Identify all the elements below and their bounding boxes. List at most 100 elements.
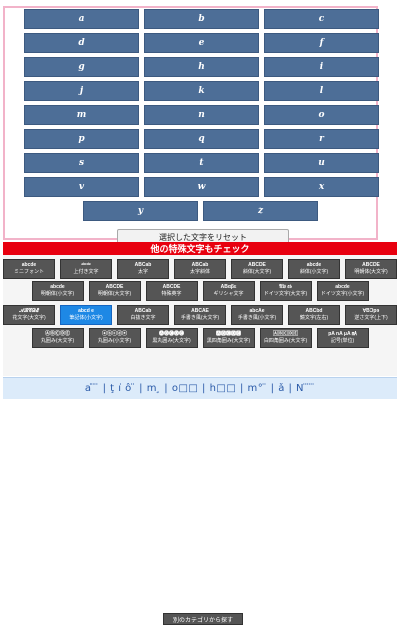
font-style-button[interactable]: ABCab 太字斜体 <box>174 259 226 279</box>
font-style-button[interactable]: 🅰🅱🅲🅳🅴 黒四角囲み(大文字) <box>202 328 255 348</box>
font-style-name: 白抜き文字 <box>130 315 156 321</box>
font-style-sample: ABCab <box>134 308 152 314</box>
font-style-button[interactable]: 🄰🄱🄲🄳🄴 白四角囲み(大文字) <box>259 328 312 348</box>
font-style-sample: ABCDE <box>248 262 266 268</box>
font-style-button[interactable]: ABCab 太字 <box>117 259 169 279</box>
keyboard-row: abc <box>21 9 381 29</box>
font-style-sample: ⒶⒷⒸⒹⒺ <box>44 331 70 337</box>
font-style-button[interactable]: abcd e 筆記体(小文字) <box>60 305 112 325</box>
key-t[interactable]: t <box>144 153 259 173</box>
key-c[interactable]: c <box>264 9 379 29</box>
font-style-button[interactable]: 🅐🅑🅒🅓🅔 黒丸囲み(大文字) <box>145 328 198 348</box>
key-y[interactable]: y <box>83 201 198 221</box>
font-style-button[interactable]: abcde 斜体(小文字) <box>288 259 340 279</box>
font-style-sample: ABCDE <box>162 284 181 290</box>
key-l[interactable]: l <box>264 81 379 101</box>
key-g[interactable]: g <box>24 57 139 77</box>
font-style-sample: 𝒜ℬ𝒞𝒟ℰ <box>19 308 39 314</box>
font-style-button[interactable]: ⒶⒷⒸⒹⒺ 丸囲み(大文字) <box>31 328 84 348</box>
keyboard-row: stu <box>21 153 381 173</box>
keyboard-row: def <box>21 33 381 53</box>
key-h[interactable]: h <box>144 57 259 77</box>
font-style-button[interactable]: abcde ドイツ文字(小文字) <box>316 281 369 301</box>
font-style-button[interactable]: 𝒜ℬ𝒞𝒟ℰ 花文字(大文字) <box>3 305 55 325</box>
key-f[interactable]: f <box>264 33 379 53</box>
font-style-sample: ∀BƆpɘ <box>362 308 380 314</box>
font-style-sample: 🅐🅑🅒🅓🅔 <box>158 331 184 337</box>
font-style-button[interactable]: abcde ミニフォント <box>3 259 55 279</box>
font-style-button[interactable]: pA nA μA ㎃記号(単位) <box>316 328 369 348</box>
font-style-sample: ⓐⓑⓒⓓⓔ <box>101 331 127 337</box>
key-o[interactable]: o <box>264 105 379 125</box>
font-style-button[interactable]: ᵃᵇᶜᵈᵉ 上付き文字 <box>60 259 112 279</box>
font-style-name: 丸囲み(大文字) <box>40 338 75 344</box>
font-style-button[interactable]: ABCDE 特殊英字 <box>145 281 198 301</box>
font-style-sample: ᵃᵇᶜᵈᵉ <box>81 262 91 268</box>
key-d[interactable]: d <box>24 33 139 53</box>
font-style-name: 白四角囲み(大文字) <box>263 338 308 344</box>
key-x[interactable]: x <box>264 177 379 197</box>
key-z[interactable]: z <box>203 201 318 221</box>
font-style-button[interactable]: ABCAE 手書き風(大文字) <box>174 305 226 325</box>
font-style-sample: ABCDE <box>362 262 380 268</box>
font-style-button[interactable]: ABαβε ギリシャ文字 <box>202 281 255 301</box>
font-style-sample: abcde <box>335 284 350 290</box>
font-style-row: 𝒜ℬ𝒞𝒟ℰ 花文字(大文字) abcd e 筆記体(小文字) ABCab 白抜き文字 ABC… <box>3 305 397 327</box>
font-style-name: 明朝体(大文字) <box>97 291 132 297</box>
font-style-name: 太字斜体 <box>189 269 210 275</box>
font-style-name: 記号(単位) <box>330 338 355 344</box>
font-style-button[interactable]: ABCDE 明朝体(大文字) <box>88 281 141 301</box>
font-style-name: 花文字(大文字) <box>12 315 46 321</box>
font-style-name: ドイツ文字(大文字) <box>263 291 308 297</box>
font-style-button[interactable]: ABCbd 鏡文字(左右) <box>288 305 340 325</box>
font-style-sample: abcde <box>306 262 322 268</box>
key-j[interactable]: j <box>24 81 139 101</box>
font-style-sample: pA nA μA ㎃ <box>328 331 357 337</box>
font-style-name: 手書き風(小文字) <box>237 315 277 321</box>
font-style-sample: ABCAE <box>191 308 209 314</box>
font-style-button[interactable]: ∀BƆpɘ 逆さ文字(上下) <box>345 305 397 325</box>
key-u[interactable]: u <box>264 153 379 173</box>
font-style-button[interactable]: ABCab 白抜き文字 <box>117 305 169 325</box>
font-style-name: ドイツ文字(小文字) <box>320 291 365 297</box>
font-style-button[interactable]: abcde 明朝体(小文字) <box>31 281 84 301</box>
font-style-sample: ABCbd <box>305 308 323 314</box>
font-style-row: abcde ミニフォント ᵃᵇᶜᵈᵉ 上付き文字 ABCab 太字 ABCab 太字斜体 ABC… <box>3 259 397 281</box>
key-b[interactable]: b <box>144 9 259 29</box>
key-p[interactable]: p <box>24 129 139 149</box>
font-style-name: 明朝体(小文字) <box>40 291 75 297</box>
key-v[interactable]: v <box>24 177 139 197</box>
keyboard-row: yz <box>21 201 381 221</box>
character-keyboard: abcdefghijklmnopqrstuvwxyz 選択した文字をリセット <box>3 6 381 246</box>
key-m[interactable]: m <box>24 105 139 125</box>
key-e[interactable]: e <box>144 33 259 53</box>
key-q[interactable]: q <box>144 129 259 149</box>
font-style-button[interactable]: 𝔄𝔅 𝔞𝔟 ドイツ文字(大文字) <box>259 281 312 301</box>
font-style-row: ⒶⒷⒸⒹⒺ 丸囲み(大文字) ⓐⓑⓒⓓⓔ 丸囲み(小文字) 🅐🅑🅒🅓🅔 黒丸囲み(大文字)… <box>3 328 397 350</box>
key-k[interactable]: k <box>144 81 259 101</box>
font-style-sample: 🅰🅱🅲🅳🅴 <box>215 331 241 337</box>
font-style-button[interactable]: abcAe 手書き風(小文字) <box>231 305 283 325</box>
key-r[interactable]: r <box>264 129 379 149</box>
keyboard-row: jkl <box>21 81 381 101</box>
font-style-button[interactable]: ABCDE 明朝体(大文字) <box>345 259 397 279</box>
key-s[interactable]: s <box>24 153 139 173</box>
font-style-sample: 🄰🄱🄲🄳🄴 <box>272 331 298 337</box>
font-style-sample: ABCDE <box>105 284 124 290</box>
font-style-name: 黒四角囲み(大文字) <box>206 338 251 344</box>
key-a[interactable]: a <box>24 9 139 29</box>
font-style-name: ギリシャ文字 <box>213 291 244 297</box>
font-style-name: 手書き風(大文字) <box>180 315 220 321</box>
key-i[interactable]: i <box>264 57 379 77</box>
keyboard-row: pqr <box>21 129 381 149</box>
font-style-button[interactable]: ABCDE 斜体(大文字) <box>231 259 283 279</box>
font-style-name: 明朝体(大文字) <box>354 269 388 275</box>
key-w[interactable]: w <box>144 177 259 197</box>
preview-output[interactable]: a͘ ̈ ̈ | ţ ı͘ ô ̈ | m ̧ | o□□ | h□□ | m°… <box>3 377 397 399</box>
other-categories-button[interactable]: 別のカテゴリから探す <box>163 613 243 625</box>
font-style-sample: ABαβε <box>220 284 237 290</box>
font-style-name: 斜体(大文字) <box>242 269 272 275</box>
font-style-sample: abcAe <box>249 308 265 314</box>
font-style-button[interactable]: ⓐⓑⓒⓓⓔ 丸囲み(小文字) <box>88 328 141 348</box>
key-n[interactable]: n <box>144 105 259 125</box>
